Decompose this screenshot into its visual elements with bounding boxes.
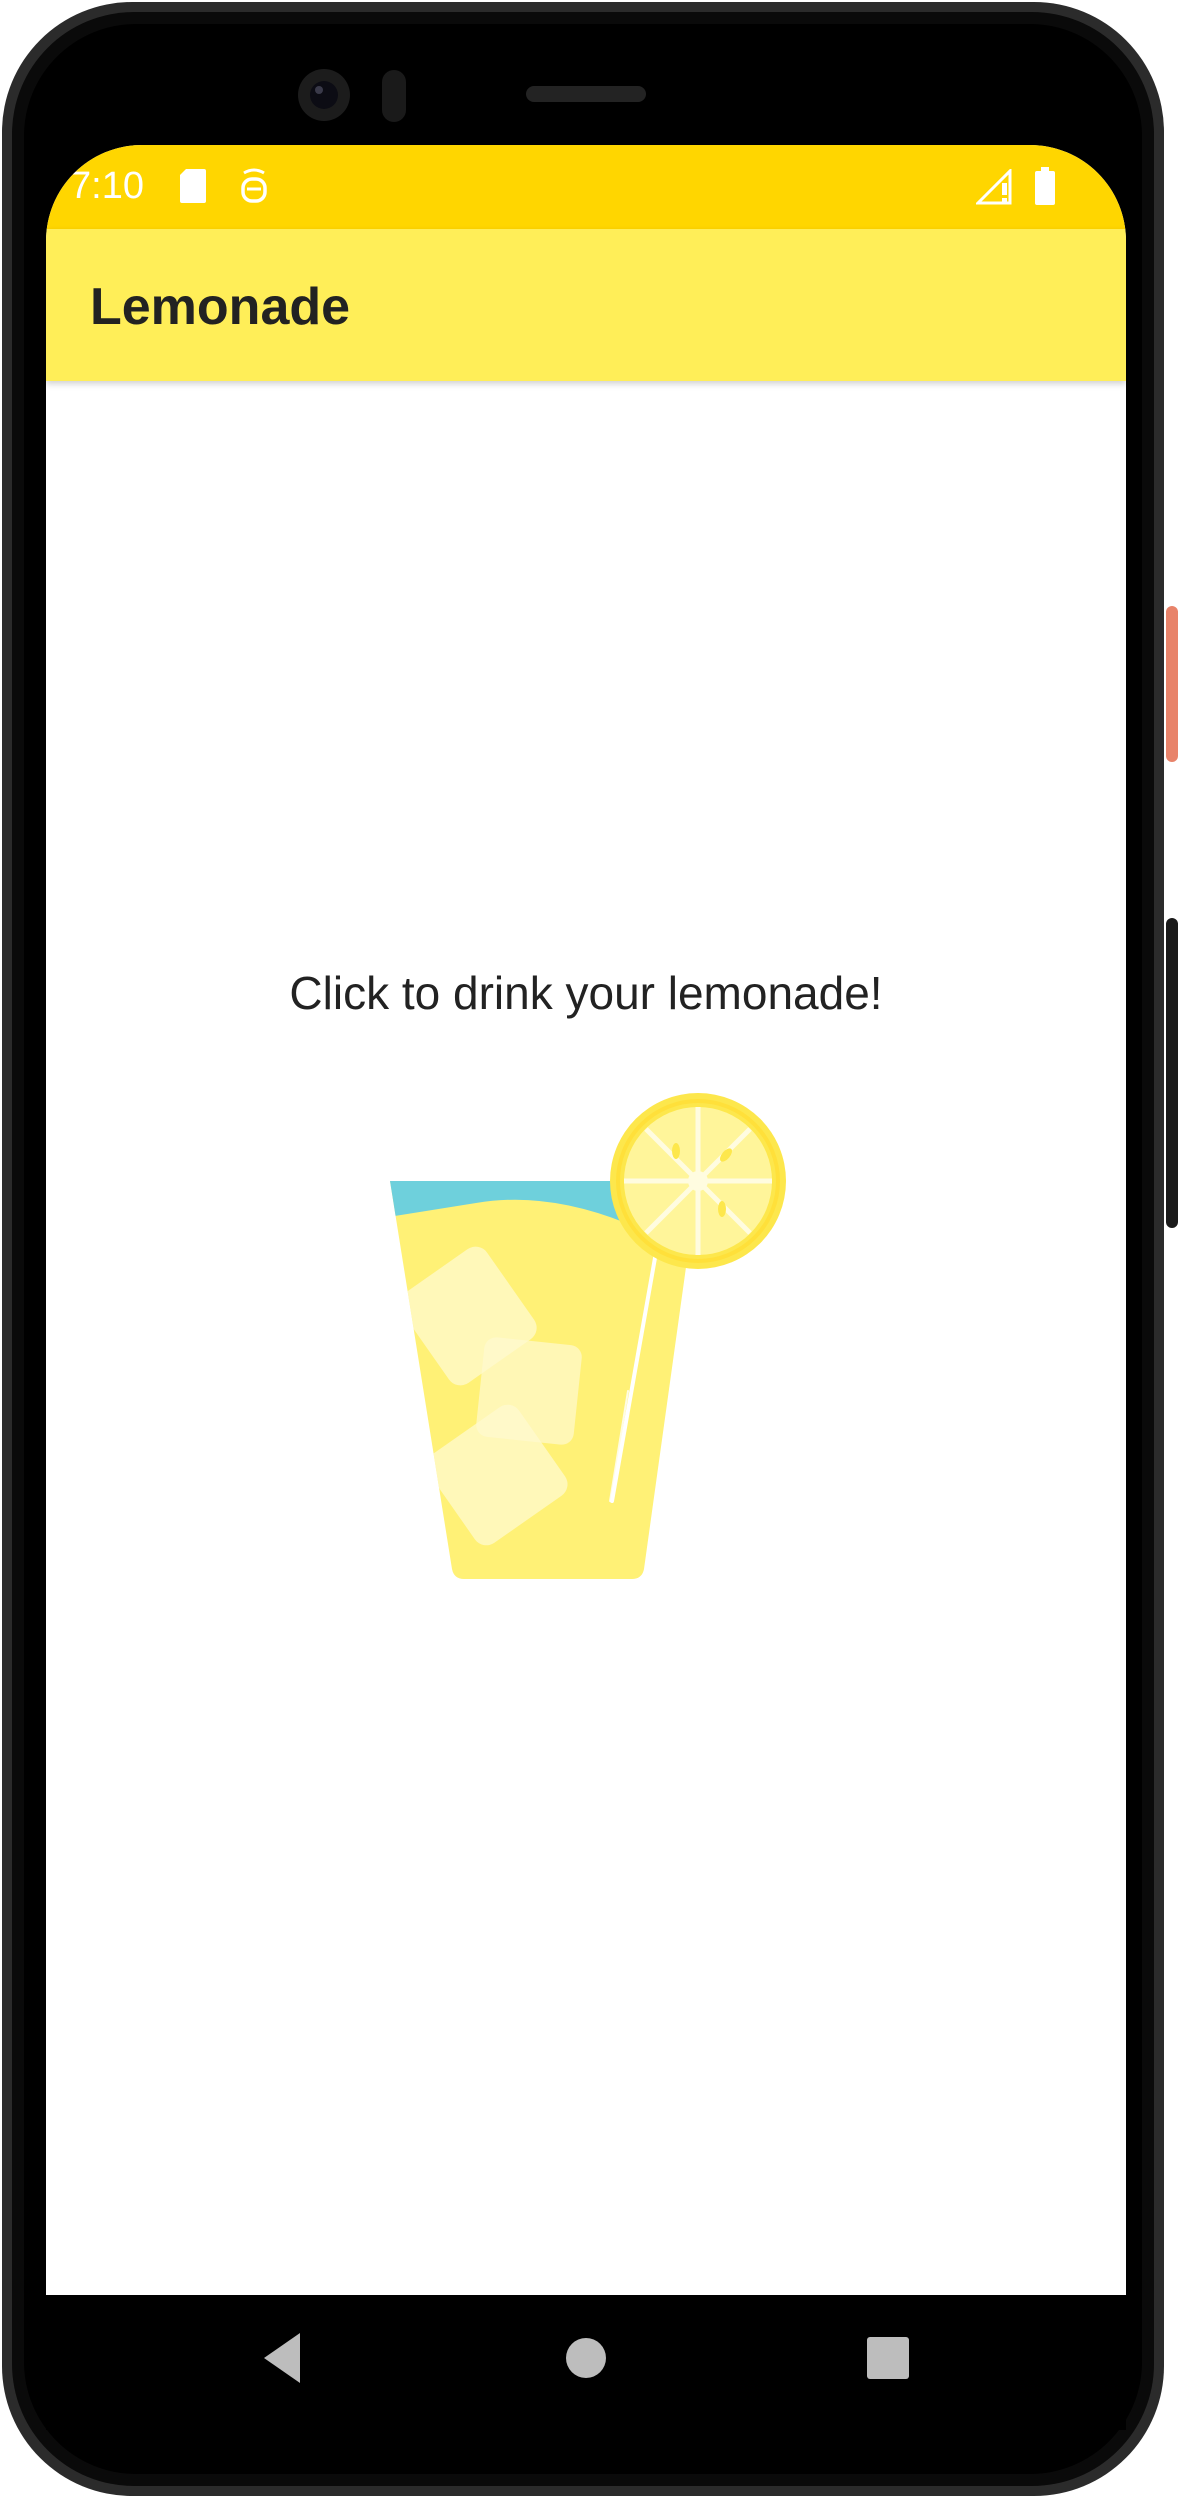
battery-icon bbox=[1034, 167, 1056, 212]
app-screen: 7:10 Lemonade Click to drink your lemona… bbox=[46, 145, 1126, 2295]
app-title: Lemonade bbox=[90, 278, 351, 336]
instruction-text: Click to drink your lemonade! bbox=[289, 967, 883, 1019]
power-button[interactable] bbox=[1166, 606, 1178, 762]
lemonade-glass-image[interactable] bbox=[376, 1091, 806, 1581]
signal-icon bbox=[974, 167, 1016, 210]
status-time: 7:10 bbox=[70, 165, 144, 207]
recents-icon[interactable] bbox=[855, 2325, 921, 2391]
back-icon[interactable] bbox=[252, 2325, 318, 2391]
volume-button[interactable] bbox=[1166, 918, 1178, 1228]
home-icon[interactable] bbox=[553, 2325, 619, 2391]
notification-icon bbox=[238, 167, 270, 210]
app-bar: Lemonade bbox=[46, 229, 1126, 381]
sd-card-icon bbox=[178, 167, 208, 210]
navigation-bar bbox=[46, 2295, 1126, 2421]
main-content: Click to drink your lemonade! bbox=[46, 381, 1126, 2295]
lemon-slice bbox=[610, 1093, 786, 1269]
status-bar: 7:10 bbox=[46, 145, 1126, 229]
